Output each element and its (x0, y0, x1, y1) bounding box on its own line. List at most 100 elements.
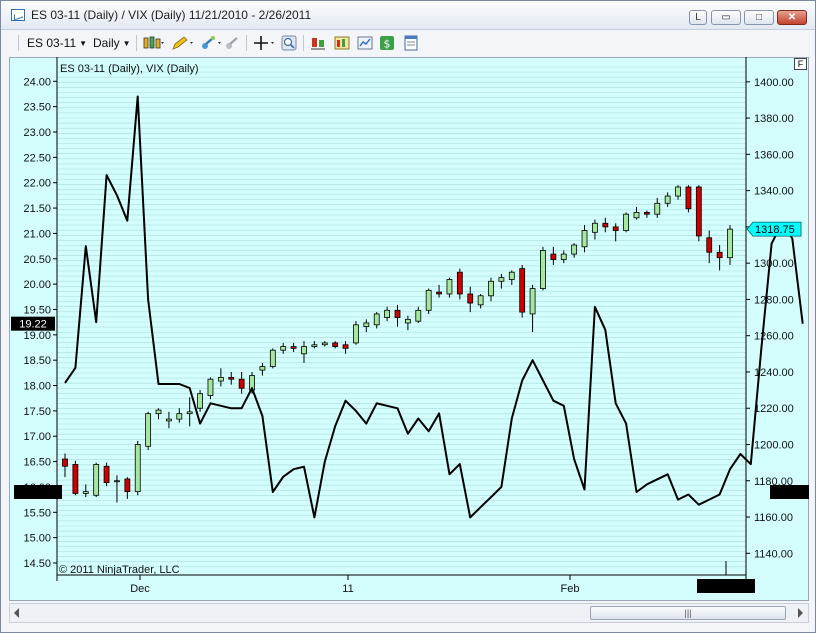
window-title: ES 03-11 (Daily) / VIX (Daily) 11/21/201… (31, 8, 312, 22)
up-candle (477, 295, 484, 306)
scroll-thumb[interactable]: ||| (590, 606, 786, 620)
right-axis-tick-label: 1260.00 (754, 331, 794, 343)
up-candle (446, 279, 453, 295)
down-candle (103, 465, 110, 483)
scroll-left-icon[interactable] (14, 608, 19, 618)
right-axis-tick-label: 1300.00 (754, 258, 794, 270)
right-axis-tick-label: 1140.00 (754, 548, 793, 560)
up-candle (675, 186, 681, 197)
down-candle (467, 293, 474, 304)
minimize-button[interactable]: ▭ (711, 10, 741, 25)
down-candle (519, 268, 526, 313)
down-candle (602, 222, 609, 228)
chart-label: ES 03-11 (Daily), VIX (Daily) (60, 63, 199, 75)
right-value-marker: 1318.75 (755, 224, 795, 236)
x-axis-tick-label: Dec (130, 583, 150, 595)
up-candle (176, 413, 183, 420)
left-axis-tick-label: 17.50 (23, 406, 51, 418)
scroll-right-icon[interactable] (798, 608, 803, 618)
gridlines (57, 66, 746, 568)
zoom-out-icon[interactable] (224, 35, 240, 51)
toolbar-separator (246, 35, 247, 51)
right-axis-tick-label: 1340.00 (754, 186, 794, 198)
up-candle (498, 277, 505, 282)
right-axis-tick-label: 1360.00 (754, 149, 794, 161)
up-candle (155, 409, 162, 415)
up-candle (592, 222, 598, 233)
left-axis-tick-label: 15.50 (23, 507, 51, 519)
down-candle (238, 378, 245, 389)
left-axis-tick-label: 21.00 (23, 228, 51, 240)
right-axis-tick-label: 1220.00 (754, 403, 794, 415)
left-axis-tick-label: 16.50 (23, 457, 51, 469)
horizontal-scrollbar[interactable]: ||| (9, 603, 809, 623)
float-panel-button[interactable]: F (794, 58, 807, 70)
down-candle (456, 271, 463, 295)
up-candle (664, 195, 671, 204)
left-axis-tick-label: 19.00 (23, 330, 51, 342)
up-candle (581, 230, 588, 248)
crosshair-bottom-block (697, 579, 755, 593)
magnet-icon[interactable] (199, 35, 221, 51)
data-box-icon[interactable] (403, 35, 419, 51)
up-candle (145, 413, 152, 447)
strategies-icon[interactable] (334, 35, 350, 51)
maximize-button[interactable]: □ (744, 10, 774, 25)
left-axis-tick-label: 23.50 (23, 102, 51, 114)
chart-properties-icon[interactable] (357, 35, 373, 51)
period-selector[interactable]: Daily ▼ (93, 34, 131, 52)
zoom-icon[interactable] (281, 35, 297, 51)
up-candle (186, 411, 193, 415)
crosshair-right-block (770, 485, 809, 499)
up-candle (269, 349, 276, 367)
close-button[interactable]: ✕ (777, 10, 807, 25)
x-axis: Dec 11 Feb (130, 575, 579, 595)
bar-style-icon[interactable] (142, 35, 164, 51)
left-value-marker: 19.22 (19, 319, 47, 331)
price-chart[interactable]: 24.00 23.50 23.00 22.50 22.00 21.50 21.00 20.50… (9, 57, 809, 601)
up-candle (280, 346, 287, 351)
up-candle (654, 202, 661, 215)
up-candle (363, 322, 370, 328)
left-axis-tick-label: 17.00 (23, 431, 51, 443)
up-candle (623, 213, 629, 231)
chevron-down-icon: ▼ (122, 39, 131, 48)
up-candle (540, 250, 546, 289)
up-candle (529, 288, 536, 315)
left-axis-tick-label: 22.00 (23, 178, 51, 190)
up-candle (311, 344, 318, 347)
down-candle (612, 226, 619, 231)
down-candle (62, 458, 68, 467)
svg-text:$: $ (384, 38, 391, 51)
left-axis-tick-label: 23.00 (23, 127, 51, 139)
left-axis-tick-label: 18.00 (23, 381, 51, 393)
down-candle (332, 342, 339, 347)
right-axis-tick-label: 1400.00 (754, 77, 794, 89)
chart-window: ES 03-11 (Daily) / VIX (Daily) 11/21/201… (0, 0, 816, 633)
dollar-icon[interactable]: $ (379, 35, 395, 51)
x-axis-tick-label: Feb (561, 583, 580, 595)
instrument-selector[interactable]: ES 03-11 ▼ (27, 34, 87, 52)
down-candle (72, 464, 79, 494)
left-axis-tick-label: 22.50 (23, 152, 51, 164)
down-candle (706, 237, 713, 253)
chart-app-icon (11, 9, 25, 21)
down-candle (394, 309, 401, 318)
up-candle (301, 346, 307, 355)
instrument-label: ES 03-11 (27, 36, 77, 50)
copyright-label: © 2011 NinjaTrader, LLC (59, 564, 180, 576)
up-candle (217, 376, 224, 382)
up-candle (114, 480, 120, 483)
left-axis-tick-label: 20.00 (23, 279, 51, 291)
down-candle (716, 251, 723, 259)
indicators-icon[interactable] (310, 35, 326, 51)
right-axis-tick-label: 1160.00 (754, 512, 793, 524)
up-candle (197, 393, 203, 409)
crosshair-icon[interactable] (253, 35, 275, 51)
link-button[interactable]: L (689, 10, 707, 25)
drawing-pencil-icon[interactable] (171, 35, 193, 51)
up-candle (93, 464, 100, 496)
down-candle (124, 478, 131, 493)
left-axis-tick-label: 24.00 (23, 76, 51, 88)
right-axis-tick-label: 1380.00 (754, 113, 794, 125)
